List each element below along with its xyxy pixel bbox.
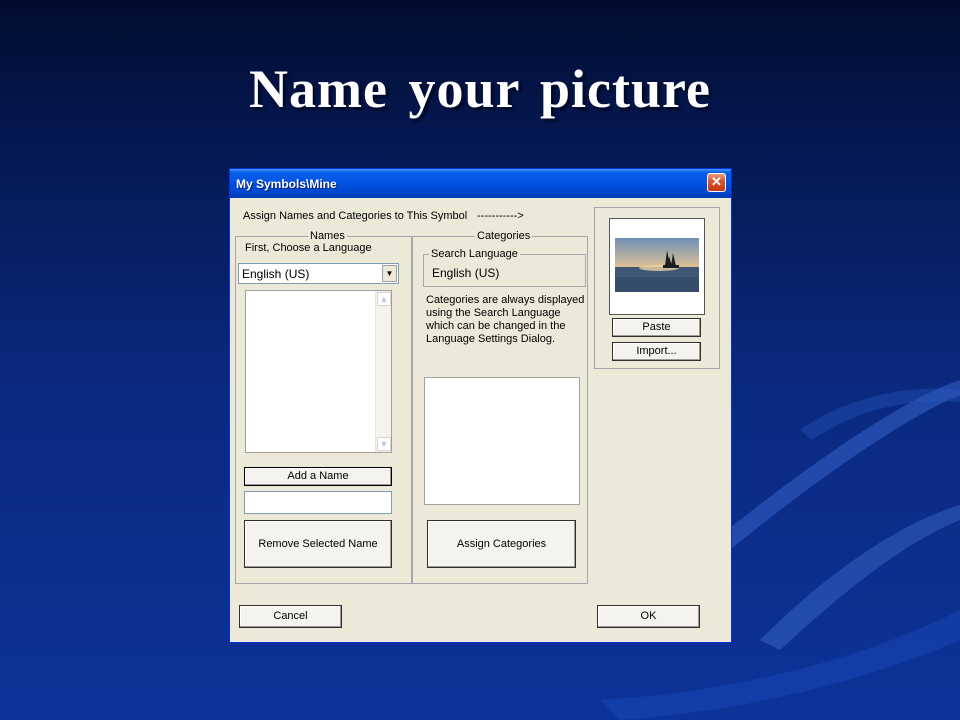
scroll-up-icon[interactable]: ▲ — [377, 292, 391, 306]
paste-label: Paste — [642, 321, 671, 333]
assign-categories-button[interactable]: Assign Categories — [427, 520, 576, 568]
add-name-button[interactable]: Add a Name — [244, 467, 392, 486]
close-icon: ✕ — [711, 174, 722, 189]
categories-list[interactable] — [424, 377, 580, 505]
ok-label: OK — [640, 610, 657, 622]
dialog-body: Assign Names and Categories to This Symb… — [232, 198, 729, 642]
names-group: Names First, Choose a Language English (… — [235, 230, 412, 584]
remove-selected-name-label: Remove Selected Name — [258, 538, 378, 550]
search-language-value: English (US) — [432, 266, 500, 280]
names-list-scrollbar[interactable]: ▲ ▼ — [375, 291, 391, 452]
chevron-down-icon[interactable]: ▼ — [382, 265, 397, 282]
names-list[interactable]: ▲ ▼ — [245, 290, 392, 453]
close-button[interactable]: ✕ — [707, 173, 726, 192]
choose-language-label: First, Choose a Language — [245, 242, 372, 254]
dialog-title: My Symbols\Mine — [236, 177, 337, 191]
name-input[interactable] — [244, 491, 392, 514]
paste-button[interactable]: Paste — [612, 318, 701, 337]
categories-info-line-1: Categories are always displayed — [426, 294, 585, 306]
categories-info-line-3: which can be changed in the — [426, 320, 566, 332]
categories-info-line-4: Language Settings Dialog. — [426, 333, 556, 345]
import-button[interactable]: Import... — [612, 342, 701, 361]
symbol-preview — [609, 218, 705, 315]
remove-selected-name-button[interactable]: Remove Selected Name — [244, 520, 392, 568]
symbols-dialog: My Symbols\Mine ✕ Assign Names and Categ… — [229, 168, 732, 643]
categories-group-label: Categories — [475, 230, 533, 242]
ok-button[interactable]: OK — [597, 605, 700, 628]
cancel-label: Cancel — [273, 610, 308, 622]
add-name-label: Add a Name — [287, 470, 349, 482]
names-group-label: Names — [308, 230, 347, 242]
categories-info-line-2: using the Search Language — [426, 307, 561, 319]
sailboat-sunset-image — [615, 238, 699, 292]
search-language-box: Search Language English (US) — [423, 248, 586, 287]
picture-group: Paste Import... — [594, 207, 720, 369]
language-dropdown[interactable]: English (US) ▼ — [238, 263, 399, 284]
dialog-titlebar[interactable]: My Symbols\Mine ✕ — [230, 169, 731, 198]
slide-title: Name your picture — [249, 59, 711, 119]
assign-arrow: -----------> — [477, 210, 524, 222]
assign-categories-label: Assign Categories — [456, 538, 547, 550]
scroll-down-icon[interactable]: ▼ — [377, 437, 391, 451]
categories-group: Categories Search Language English (US) … — [412, 230, 588, 584]
import-label: Import... — [636, 345, 677, 357]
assign-instruction: Assign Names and Categories to This Symb… — [243, 210, 468, 222]
search-language-label: Search Language — [429, 248, 520, 260]
language-value: English (US) — [242, 267, 310, 281]
cancel-button[interactable]: Cancel — [239, 605, 342, 628]
